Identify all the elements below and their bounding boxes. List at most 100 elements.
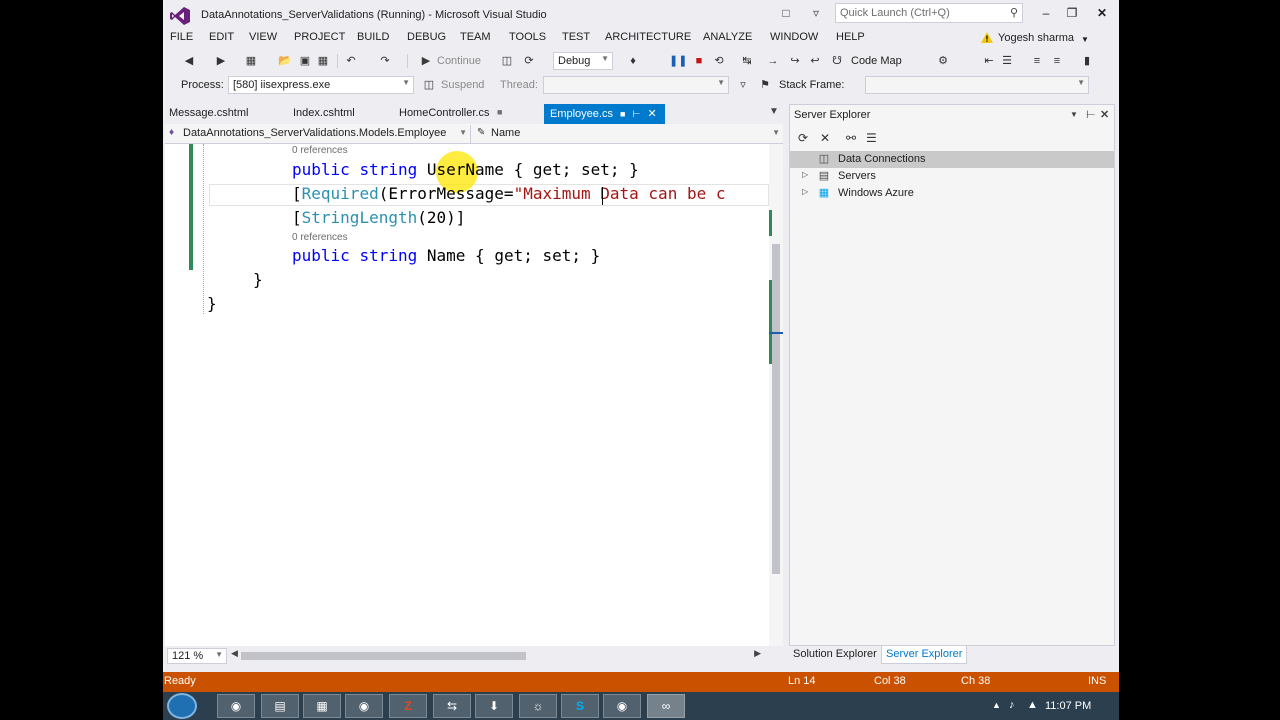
thread-select[interactable]: ▼ bbox=[543, 76, 729, 94]
close-icon[interactable]: ✕ bbox=[1100, 108, 1109, 121]
show-next-statement-icon[interactable]: ↹ bbox=[739, 53, 755, 69]
stop-refresh-icon[interactable]: ✕ bbox=[820, 131, 830, 145]
pin-icon[interactable]: ⊢ bbox=[633, 109, 641, 119]
menu-team[interactable]: TEAM bbox=[460, 31, 491, 43]
filezilla-icon[interactable]: Z bbox=[389, 694, 427, 718]
process-select[interactable]: [580] iisexpress.exe ▼ bbox=[228, 76, 414, 94]
menu-edit[interactable]: EDIT bbox=[209, 31, 234, 43]
menu-file[interactable]: FILE bbox=[170, 31, 193, 43]
menu-help[interactable]: HELP bbox=[836, 31, 865, 43]
quick-launch-input[interactable]: Quick Launch (Ctrl+Q) ⚲ bbox=[835, 3, 1023, 23]
tab-homecontroller-cs[interactable]: HomeController.cs bbox=[393, 104, 495, 124]
show-hidden-icons-icon[interactable]: ▲ bbox=[992, 700, 1001, 710]
chrome-icon[interactable]: ◉ bbox=[217, 694, 255, 718]
scroll-left-icon[interactable]: ◀ bbox=[231, 648, 238, 659]
menu-view[interactable]: VIEW bbox=[249, 31, 277, 43]
new-project-icon[interactable]: ▦ bbox=[243, 53, 259, 69]
expand-icon[interactable]: ▷ bbox=[802, 170, 808, 179]
horizontal-scrollbar[interactable]: ◀ ▶ bbox=[231, 648, 761, 662]
user-account[interactable]: Yogesh sharma bbox=[998, 32, 1074, 44]
network-icon[interactable]: ⇆ bbox=[433, 694, 471, 718]
connect-database-icon[interactable]: ⚯ bbox=[846, 131, 856, 145]
menu-test[interactable]: TEST bbox=[562, 31, 590, 43]
continue-icon[interactable]: ▶ bbox=[418, 53, 434, 69]
vertical-scrollbar[interactable]: ⬍ bbox=[769, 144, 783, 646]
save-all-icon[interactable]: ▦ bbox=[315, 53, 331, 69]
start-button[interactable] bbox=[167, 693, 197, 719]
refresh-icon[interactable]: ⟳ bbox=[798, 131, 808, 145]
continue-button[interactable]: Continue bbox=[437, 55, 481, 67]
visual-studio-taskbar-icon[interactable]: ∞ bbox=[647, 694, 685, 718]
redo-icon[interactable]: ↷ bbox=[377, 53, 393, 69]
align-icon[interactable]: ⇤ bbox=[981, 53, 997, 69]
tab-index-cshtml[interactable]: Index.cshtml bbox=[287, 104, 361, 124]
menu-analyze[interactable]: ANALYZE bbox=[703, 31, 752, 43]
scrollbar-thumb[interactable] bbox=[772, 244, 780, 574]
user-dropdown-icon[interactable]: ▼ bbox=[1081, 35, 1089, 44]
member-dropdown[interactable]: ✎ Name ▼ bbox=[473, 125, 783, 143]
connect-server-icon[interactable]: ☰ bbox=[866, 131, 877, 145]
tools-icon[interactable]: ⚙ bbox=[935, 53, 951, 69]
code-editor[interactable]: 0 references public string UserName { ge… bbox=[165, 144, 783, 646]
menu-build[interactable]: BUILD bbox=[357, 31, 389, 43]
back-icon[interactable]: ◀ bbox=[181, 53, 197, 69]
suspend-button[interactable]: Suspend bbox=[441, 79, 484, 91]
forward-icon[interactable]: ▶ bbox=[213, 53, 229, 69]
internet-explorer-icon[interactable]: ☼ bbox=[519, 694, 557, 718]
search-icon[interactable]: ⚲ bbox=[1010, 6, 1018, 19]
step-out-icon[interactable]: ↩ bbox=[807, 53, 823, 69]
browser-link-icon[interactable]: ♦ bbox=[625, 53, 641, 69]
scroll-right-icon[interactable]: ▶ bbox=[754, 648, 761, 659]
tab-employee-cs[interactable]: Employee.cs ■ ⊢ ✕ bbox=[544, 104, 665, 124]
step-into-icon[interactable]: → bbox=[765, 53, 781, 69]
step-over-icon[interactable]: ↪ bbox=[787, 53, 803, 69]
format-icon[interactable]: ☰ bbox=[999, 53, 1015, 69]
uncomment-icon[interactable]: ≡ bbox=[1049, 53, 1065, 69]
open-file-icon[interactable]: 📂 bbox=[277, 53, 293, 69]
menu-debug[interactable]: DEBUG bbox=[407, 31, 446, 43]
zoom-select[interactable]: 121 % ▼ bbox=[167, 648, 227, 664]
network-status-icon[interactable]: ▲ bbox=[1027, 699, 1038, 711]
menu-window[interactable]: WINDOW bbox=[770, 31, 818, 43]
tab-solution-explorer[interactable]: Solution Explorer bbox=[789, 646, 881, 664]
stop-debugging-icon[interactable]: ■ bbox=[691, 53, 707, 69]
download-icon[interactable]: ⬇ bbox=[475, 694, 513, 718]
menu-project[interactable]: PROJECT bbox=[294, 31, 345, 43]
pin-icon[interactable]: ⊢ bbox=[1086, 108, 1096, 121]
codelens-references[interactable]: 0 references bbox=[292, 232, 348, 243]
menu-tools[interactable]: TOOLS bbox=[509, 31, 546, 43]
tree-node-servers[interactable]: ▷ ▤ Servers bbox=[790, 168, 1114, 185]
close-icon[interactable]: ✕ bbox=[647, 108, 656, 120]
codelens-references[interactable]: 0 references bbox=[292, 145, 348, 156]
tab-message-cshtml[interactable]: Message.cshtml bbox=[163, 104, 254, 124]
attach-icon[interactable]: ◫ bbox=[499, 53, 515, 69]
tree-node-windows-azure[interactable]: ▷ ▦ Windows Azure bbox=[790, 185, 1114, 202]
code-map-button[interactable]: Code Map bbox=[851, 55, 902, 67]
clock[interactable]: 11:07 PM bbox=[1045, 700, 1091, 712]
panel-menu-icon[interactable]: ▼ bbox=[1070, 110, 1078, 119]
tree-node-data-connections[interactable]: ◫ Data Connections bbox=[790, 151, 1114, 168]
stack-frame-select[interactable]: ▼ bbox=[865, 76, 1089, 94]
skype-icon[interactable]: S bbox=[561, 694, 599, 718]
camtasia-icon[interactable]: ◉ bbox=[603, 694, 641, 718]
tab-list-dropdown-icon[interactable]: ▼ bbox=[769, 106, 779, 117]
restore-button[interactable]: ❐ bbox=[1057, 4, 1087, 22]
close-button[interactable]: ✕ bbox=[1087, 4, 1117, 22]
tab-server-explorer[interactable]: Server Explorer bbox=[881, 646, 968, 664]
undo-icon[interactable]: ↶ bbox=[343, 53, 359, 69]
feedback-icon[interactable]: □ bbox=[778, 5, 794, 21]
volume-icon[interactable]: ♪ bbox=[1009, 699, 1015, 711]
break-all-icon[interactable]: ❚❚ bbox=[669, 53, 687, 69]
class-dropdown[interactable]: ♦ DataAnnotations_ServerValidations.Mode… bbox=[165, 125, 471, 143]
save-icon[interactable]: ▣ bbox=[297, 53, 313, 69]
expand-icon[interactable]: ▷ bbox=[802, 187, 808, 196]
solution-configuration-select[interactable]: Debug ▼ bbox=[553, 52, 613, 70]
flag-filter-icon[interactable]: ▿ bbox=[735, 77, 751, 93]
flag-threads-icon[interactable]: ⚑ bbox=[757, 77, 773, 93]
calculator-icon[interactable]: ▦ bbox=[303, 694, 341, 718]
scrollbar-thumb[interactable] bbox=[241, 652, 526, 660]
restart-icon[interactable]: ⟲ bbox=[711, 53, 727, 69]
lifecycle-events-icon[interactable]: ◫ bbox=[421, 77, 437, 93]
filter-icon[interactable]: ▿ bbox=[808, 5, 824, 21]
refresh-icon[interactable]: ⟳ bbox=[521, 53, 537, 69]
